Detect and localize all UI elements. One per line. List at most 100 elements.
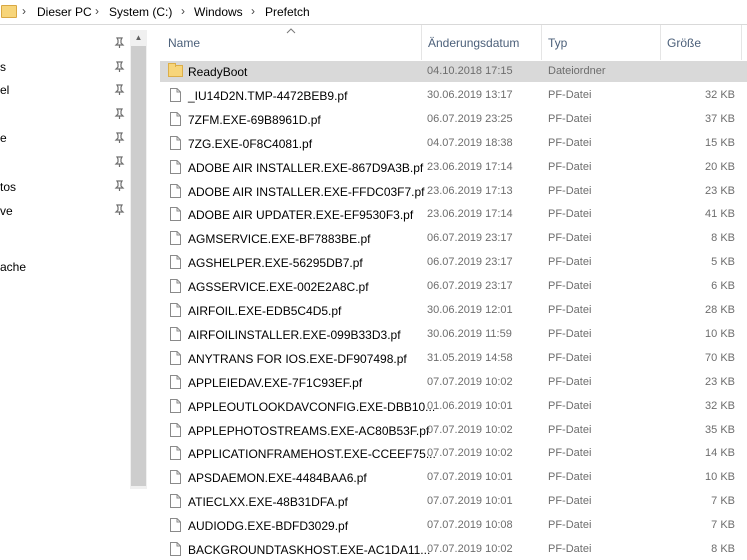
folder-row[interactable]: ReadyBoot 04.10.2018 17:15 Dateiordner: [160, 61, 747, 82]
nav-item[interactable]: ve: [0, 204, 13, 218]
file-row[interactable]: APPLICATIONFRAMEHOST.EXE-CCEEF75... 07.07…: [160, 443, 747, 464]
file-type: PF-Datei: [548, 375, 592, 388]
file-type: PF-Datei: [548, 543, 592, 555]
breadcrumb-separator[interactable]: ›: [95, 4, 99, 18]
file-type: PF-Datei: [548, 208, 592, 221]
column-header-name[interactable]: Name: [168, 36, 200, 50]
breadcrumb-separator[interactable]: ›: [251, 4, 255, 18]
file-name: APPLICATIONFRAMEHOST.EXE-CCEEF75...: [188, 447, 436, 462]
file-size: 32 KB: [705, 88, 735, 101]
pin-icon[interactable]: [114, 132, 125, 144]
column-divider[interactable]: [541, 25, 542, 60]
file-type: PF-Datei: [548, 184, 592, 197]
file-name: APPLEIEDAV.EXE-7F1C93EF.pf: [188, 375, 363, 390]
column-divider[interactable]: [421, 25, 422, 60]
file-icon: [170, 207, 181, 222]
file-size: 23 KB: [705, 184, 735, 197]
modified-date: 07.07.2019 10:08: [427, 519, 513, 532]
file-name: AUDIODG.EXE-BDFD3029.pf: [188, 519, 349, 534]
modified-date: 23.06.2019 17:14: [427, 160, 513, 173]
file-size: 7 KB: [711, 519, 735, 532]
breadcrumb-item-this-pc[interactable]: Dieser PC: [37, 5, 92, 19]
nav-scrollbar-thumb[interactable]: [131, 46, 146, 486]
file-row[interactable]: AGMSERVICE.EXE-BF7883BE.pf 06.07.2019 23:…: [160, 228, 747, 249]
modified-date: 30.06.2019 13:17: [427, 88, 513, 101]
breadcrumb-item-windows[interactable]: Windows: [194, 5, 243, 19]
modified-date: 30.06.2019 11:59: [427, 327, 512, 340]
file-icon: [170, 398, 181, 413]
file-row[interactable]: ADOBE AIR INSTALLER.EXE-867D9A3B.pf 23.06…: [160, 157, 747, 178]
file-icon: [170, 518, 181, 533]
file-icon: [170, 231, 181, 246]
scroll-up-icon[interactable]: ▲: [133, 32, 144, 43]
file-row[interactable]: ADOBE AIR INSTALLER.EXE-FFDC03F7.pf 23.06…: [160, 181, 747, 202]
file-size: 15 KB: [705, 136, 735, 149]
file-icon: [170, 87, 181, 102]
file-row[interactable]: 7ZFM.EXE-69B8961D.pf 06.07.2019 23:25 PF-D…: [160, 109, 747, 130]
pin-icon[interactable]: [114, 180, 125, 192]
modified-date: 07.07.2019 10:02: [427, 543, 513, 555]
file-row[interactable]: ADOBE AIR UPDATER.EXE-EF9530F3.pf 23.06.2…: [160, 204, 747, 225]
file-icon: [170, 350, 181, 365]
file-type: PF-Datei: [548, 495, 592, 508]
file-icon: [170, 159, 181, 174]
file-name: AGSSERVICE.EXE-002E2A8C.pf: [188, 280, 369, 295]
pin-icon[interactable]: [114, 204, 125, 216]
file-icon: [170, 446, 181, 461]
file-row[interactable]: AIRFOIL.EXE-EDB5C4D5.pf 30.06.2019 12:01 P…: [160, 300, 747, 321]
address-bar[interactable]: › Dieser PC › System (C:) › Windows › Pr…: [0, 0, 747, 25]
modified-date: 06.07.2019 23:17: [427, 232, 513, 245]
file-row[interactable]: AUDIODG.EXE-BDFD3029.pf 07.07.2019 10:08 P…: [160, 515, 747, 536]
pin-icon[interactable]: [114, 84, 125, 96]
breadcrumb-item-prefetch[interactable]: Prefetch: [265, 5, 310, 19]
nav-item[interactable]: tos: [0, 180, 16, 194]
breadcrumb-separator[interactable]: ›: [181, 4, 185, 18]
file-row[interactable]: APPLEIEDAV.EXE-7F1C93EF.pf 07.07.2019 10:…: [160, 372, 747, 393]
file-size: 28 KB: [705, 304, 735, 316]
file-type: PF-Datei: [548, 160, 592, 173]
file-icon: [170, 111, 181, 126]
column-header-type[interactable]: Typ: [548, 36, 567, 50]
file-type: PF-Datei: [548, 88, 592, 101]
file-row[interactable]: AIRFOILINSTALLER.EXE-099B33D3.pf 30.06.20…: [160, 324, 747, 345]
file-size: 70 KB: [705, 351, 735, 364]
column-header-size[interactable]: Größe: [667, 36, 701, 50]
pin-icon[interactable]: [114, 37, 125, 49]
file-icon: [170, 422, 181, 437]
sort-ascending-icon: [286, 28, 296, 34]
folder-icon: [168, 63, 183, 77]
file-name: ReadyBoot: [188, 65, 248, 79]
file-name: AGSHELPER.EXE-56295DB7.pf: [188, 256, 363, 271]
file-row[interactable]: 7ZG.EXE-0F8C4081.pf 04.07.2019 18:38 PF-Da…: [160, 133, 747, 154]
file-size: 32 KB: [705, 399, 735, 412]
file-row[interactable]: AGSSERVICE.EXE-002E2A8C.pf 06.07.2019 23:…: [160, 276, 747, 297]
pin-icon[interactable]: [114, 108, 125, 120]
file-row[interactable]: APPLEOUTLOOKDAVCONFIG.EXE-DBB10... 01.06.…: [160, 396, 747, 417]
file-type: PF-Datei: [548, 471, 592, 484]
nav-item[interactable]: s: [0, 60, 6, 74]
column-divider[interactable]: [660, 25, 661, 60]
file-size: 10 KB: [705, 327, 735, 340]
nav-item[interactable]: el: [0, 83, 9, 97]
file-row[interactable]: AGSHELPER.EXE-56295DB7.pf 06.07.2019 23:1…: [160, 252, 747, 273]
file-row[interactable]: ATIECLXX.EXE-48B31DFA.pf 07.07.2019 10:01…: [160, 491, 747, 512]
file-row[interactable]: BACKGROUNDTASKHOST.EXE-AC1DA11... 07.07.2…: [160, 539, 747, 560]
column-header-date[interactable]: Änderungsdatum: [428, 36, 519, 50]
file-row[interactable]: _IU14D2N.TMP-4472BEB9.pf 30.06.2019 13:17…: [160, 85, 747, 106]
breadcrumb-item-system-c[interactable]: System (C:): [109, 5, 172, 19]
pin-icon[interactable]: [114, 61, 125, 73]
file-size: 20 KB: [705, 160, 735, 173]
file-row[interactable]: APPLEPHOTOSTREAMS.EXE-AC80B53F.pf 07.07.2…: [160, 420, 747, 441]
breadcrumb-separator: ›: [22, 4, 26, 18]
file-size: 5 KB: [711, 256, 735, 269]
nav-item[interactable]: e: [0, 131, 7, 145]
pin-icon[interactable]: [114, 156, 125, 168]
nav-item[interactable]: ache: [0, 260, 26, 274]
file-row[interactable]: APSDAEMON.EXE-4484BAA6.pf 07.07.2019 10:0…: [160, 467, 747, 488]
modified-date: 31.05.2019 14:58: [427, 351, 513, 364]
column-divider[interactable]: [741, 25, 742, 60]
file-row[interactable]: ANYTRANS FOR IOS.EXE-DF907498.pf 31.05.20…: [160, 348, 747, 369]
file-type: PF-Datei: [548, 351, 592, 364]
file-size: 37 KB: [705, 112, 735, 125]
file-size: 6 KB: [711, 280, 735, 293]
